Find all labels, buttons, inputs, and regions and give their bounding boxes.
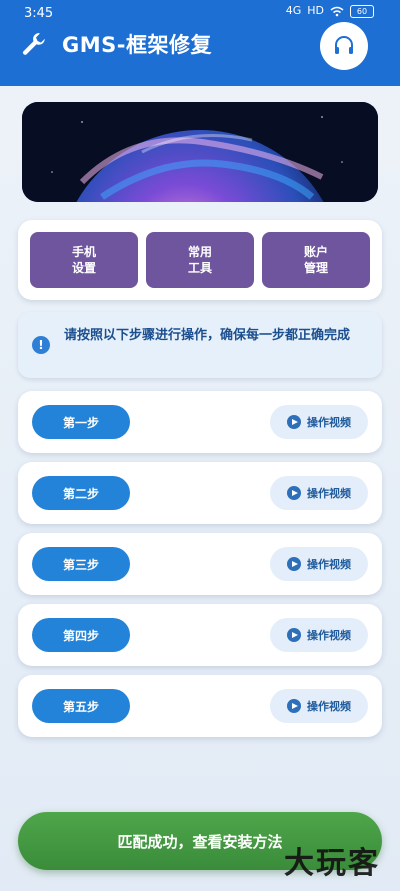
- step-1-button[interactable]: 第一步: [32, 405, 130, 439]
- info-icon: !: [32, 336, 50, 354]
- play-icon: [287, 415, 301, 429]
- instruction-notice: ! 请按照以下步骤进行操作，确保每一步都正确完成: [18, 312, 382, 378]
- step-row: 第四步 操作视频: [18, 604, 382, 666]
- status-time: 3:45: [24, 6, 54, 21]
- app-title: GMS-框架修复: [62, 33, 212, 57]
- step-row: 第二步 操作视频: [18, 462, 382, 524]
- play-icon: [287, 557, 301, 571]
- watermark-logo: 大玩客: [284, 846, 380, 881]
- step-2-video-button[interactable]: 操作视频: [270, 476, 368, 510]
- phone-settings-button[interactable]: 手机 设置: [30, 232, 138, 288]
- step-row: 第五步 操作视频: [18, 675, 382, 737]
- notice-text: 请按照以下步骤进行操作，确保每一步都正确完成: [64, 328, 351, 343]
- tool-label-line2: 设置: [71, 261, 96, 275]
- step-5-button[interactable]: 第五步: [32, 689, 130, 723]
- headset-icon: [335, 36, 353, 54]
- tool-label-line1: 账户: [303, 245, 328, 259]
- tool-label-line2: 管理: [303, 261, 328, 275]
- step-4-button[interactable]: 第四步: [32, 618, 130, 652]
- battery-icon: 60: [350, 4, 374, 18]
- step-4-video-button[interactable]: 操作视频: [270, 618, 368, 652]
- video-label: 操作视频: [307, 416, 351, 429]
- common-tools-button[interactable]: 常用 工具: [146, 232, 254, 288]
- status-bar: 3:45 4G HD 60: [0, 0, 400, 22]
- wifi-icon: [330, 6, 344, 16]
- hd-icon: HD: [307, 4, 324, 17]
- video-label: 操作视频: [307, 558, 351, 571]
- planet-image: [22, 102, 378, 202]
- tools-card: 手机 设置 常用 工具 账户 管理: [18, 220, 382, 300]
- wrench-icon[interactable]: [20, 30, 48, 58]
- play-icon: [287, 628, 301, 642]
- account-management-button[interactable]: 账户 管理: [262, 232, 370, 288]
- step-2-button[interactable]: 第二步: [32, 476, 130, 510]
- step-row: 第一步 操作视频: [18, 391, 382, 453]
- play-icon: [287, 486, 301, 500]
- step-3-video-button[interactable]: 操作视频: [270, 547, 368, 581]
- signal-icon: 4G: [285, 4, 302, 17]
- video-label: 操作视频: [307, 487, 351, 500]
- tool-label-line1: 手机: [71, 245, 96, 259]
- planet-banner: [22, 102, 378, 202]
- play-icon: [287, 699, 301, 713]
- video-label: 操作视频: [307, 629, 351, 642]
- title-row: GMS-框架修复: [20, 26, 212, 62]
- status-icons: 4G HD 60: [286, 4, 374, 18]
- step-row: 第三步 操作视频: [18, 533, 382, 595]
- app-bar: 3:45 4G HD 60 GMS-框架修复: [0, 0, 400, 86]
- support-button[interactable]: [320, 22, 368, 70]
- step-5-video-button[interactable]: 操作视频: [270, 689, 368, 723]
- video-label: 操作视频: [307, 700, 351, 713]
- tool-label-line1: 常用: [187, 245, 212, 259]
- tool-label-line2: 工具: [187, 261, 212, 275]
- step-3-button[interactable]: 第三步: [32, 547, 130, 581]
- step-1-video-button[interactable]: 操作视频: [270, 405, 368, 439]
